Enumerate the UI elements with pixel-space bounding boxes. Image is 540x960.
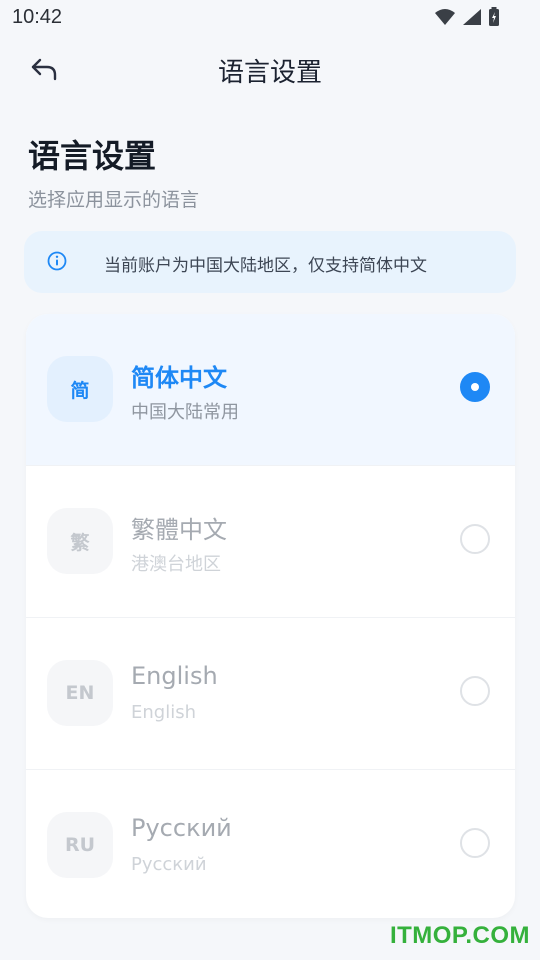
notice-text: 当前账户为中国大陆地区，仅支持简体中文 xyxy=(104,256,427,276)
wifi-icon xyxy=(435,9,455,25)
radio-unselected[interactable] xyxy=(460,828,490,858)
site-watermark: ITMOP.COM xyxy=(389,922,530,949)
language-badge: RU xyxy=(47,812,113,878)
app-bar: 语言设置 xyxy=(0,36,540,100)
signal-icon xyxy=(463,9,481,25)
page-subtitle: 选择应用显示的语言 xyxy=(28,189,200,211)
language-description: Русский xyxy=(131,854,207,875)
language-description: 港澳台地区 xyxy=(131,554,221,575)
status-time: 10:42 xyxy=(12,6,63,28)
status-icons xyxy=(434,7,500,27)
info-icon xyxy=(47,251,67,271)
language-badge: 繁 xyxy=(47,508,113,574)
page-heading: 语言设置 xyxy=(28,137,157,175)
language-name: Русский xyxy=(131,814,232,842)
language-option-ru[interactable]: RU Русский Русский xyxy=(26,770,515,918)
appbar-title: 语言设置 xyxy=(217,58,322,88)
language-name: 繁體中文 xyxy=(131,516,227,544)
radio-unselected[interactable] xyxy=(460,676,490,706)
language-description: English xyxy=(131,702,196,723)
radio-selected[interactable] xyxy=(460,372,490,402)
language-name: 简体中文 xyxy=(131,364,227,392)
status-bar: 10:42 xyxy=(0,0,540,36)
region-notice: 当前账户为中国大陆地区，仅支持简体中文 xyxy=(24,231,516,293)
language-option-en[interactable]: EN English English xyxy=(26,618,515,770)
language-badge: EN xyxy=(47,660,113,726)
language-description: 中国大陆常用 xyxy=(131,402,239,423)
radio-unselected[interactable] xyxy=(460,524,490,554)
language-list: 简 简体中文 中国大陆常用 繁 繁體中文 港澳台地区 EN English En… xyxy=(26,314,515,918)
language-option-zh-hans[interactable]: 简 简体中文 中国大陆常用 xyxy=(26,314,515,466)
language-badge: 简 xyxy=(47,356,113,422)
language-option-zh-hant[interactable]: 繁 繁體中文 港澳台地区 xyxy=(26,466,515,618)
battery-icon xyxy=(489,7,499,26)
language-name: English xyxy=(131,662,218,690)
